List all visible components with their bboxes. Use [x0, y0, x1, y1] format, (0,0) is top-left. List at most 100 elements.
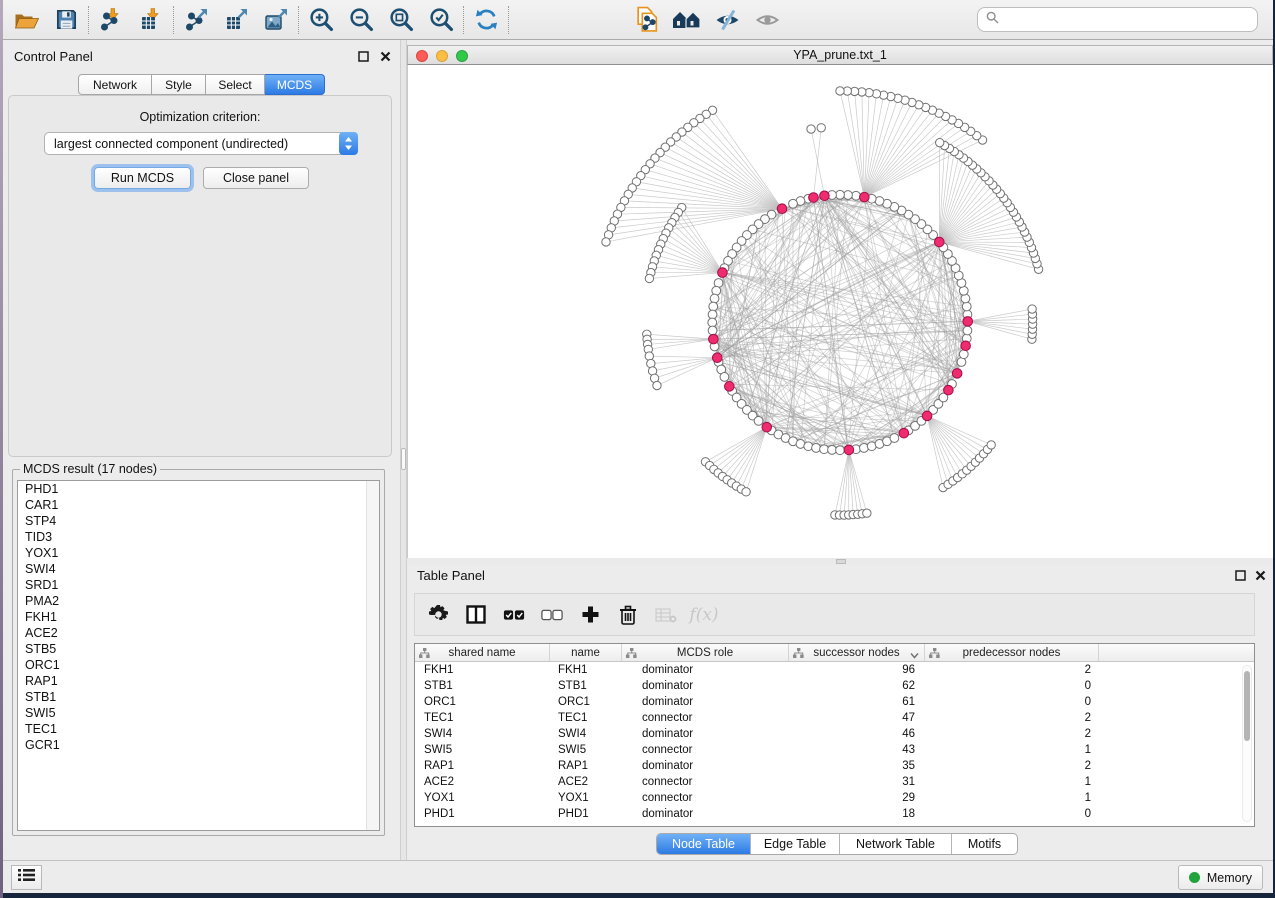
result-node-item[interactable]: STB5 [18, 641, 379, 657]
table-cell[interactable]: ACE2 [415, 774, 550, 790]
result-node-item[interactable]: TEC1 [18, 721, 379, 737]
tab-network[interactable]: Network [78, 74, 152, 95]
result-node-item[interactable]: STB1 [18, 689, 379, 705]
table-row[interactable]: ORC1ORC1dominator610 [415, 694, 1254, 710]
export-image-icon[interactable] [256, 4, 296, 36]
zoom-fit-icon[interactable] [381, 4, 421, 36]
table-cell[interactable]: 2 [925, 662, 1099, 678]
table-cell[interactable]: TEC1 [550, 710, 622, 726]
tab-motifs[interactable]: Motifs [952, 834, 1017, 854]
table-row[interactable]: ACE2ACE2connector311 [415, 774, 1254, 790]
float-panel-icon[interactable] [357, 50, 370, 63]
table-cell[interactable]: dominator [622, 662, 789, 678]
result-node-item[interactable]: SWI5 [18, 705, 379, 721]
table-cell[interactable]: 62 [789, 678, 925, 694]
table-cell[interactable]: STB1 [550, 678, 622, 694]
vertical-splitter[interactable] [400, 40, 407, 860]
result-list-scrollbar[interactable] [366, 481, 379, 830]
table-row[interactable]: RAP1RAP1dominator352 [415, 758, 1254, 774]
close-panel-icon[interactable] [1254, 569, 1267, 582]
table-cell[interactable]: dominator [622, 806, 789, 822]
column-header-predecessor-nodes[interactable]: predecessor nodes [925, 644, 1099, 661]
horizontal-splitter[interactable] [407, 558, 1273, 565]
table-cell[interactable]: 0 [925, 678, 1099, 694]
table-cell[interactable]: YOX1 [550, 790, 622, 806]
zoom-out-icon[interactable] [341, 4, 381, 36]
table-cell[interactable]: dominator [622, 694, 789, 710]
table-scrollbar[interactable] [1242, 665, 1252, 822]
import-network-icon[interactable] [91, 4, 131, 36]
table-cell[interactable]: SWI4 [415, 726, 550, 742]
table-cell[interactable]: connector [622, 774, 789, 790]
table-cell[interactable]: 2 [925, 758, 1099, 774]
network-overview-icon[interactable] [667, 4, 707, 36]
table-cell[interactable]: 29 [789, 790, 925, 806]
table-cell[interactable]: PHD1 [550, 806, 622, 822]
table-cell[interactable]: STB1 [415, 678, 550, 694]
table-cell[interactable]: ORC1 [550, 694, 622, 710]
table-cell[interactable]: connector [622, 710, 789, 726]
settings-gear-icon[interactable] [427, 601, 449, 629]
result-node-item[interactable]: YOX1 [18, 545, 379, 561]
clone-network-icon[interactable] [627, 4, 667, 36]
table-cell[interactable]: dominator [622, 678, 789, 694]
table-cell[interactable]: ACE2 [550, 774, 622, 790]
criterion-select[interactable]: largest connected component (undirected) [44, 132, 358, 155]
table-row[interactable]: TEC1TEC1connector472 [415, 710, 1254, 726]
table-cell[interactable]: 47 [789, 710, 925, 726]
table-cell[interactable]: 35 [789, 758, 925, 774]
table-cell[interactable]: 31 [789, 774, 925, 790]
table-cell[interactable]: 46 [789, 726, 925, 742]
result-node-item[interactable]: ORC1 [18, 657, 379, 673]
column-header-MCDS-role[interactable]: MCDS role [622, 644, 789, 661]
table-cell[interactable]: RAP1 [550, 758, 622, 774]
table-cell[interactable]: SWI5 [550, 742, 622, 758]
column-header-successor-nodes[interactable]: successor nodes [789, 644, 925, 661]
float-panel-icon[interactable] [1234, 569, 1247, 582]
table-cell[interactable]: 96 [789, 662, 925, 678]
result-node-item[interactable]: GCR1 [18, 737, 379, 753]
table-cell[interactable]: ORC1 [415, 694, 550, 710]
table-cell[interactable]: dominator [622, 758, 789, 774]
table-cell[interactable]: 1 [925, 790, 1099, 806]
search-box[interactable] [977, 7, 1258, 32]
table-row[interactable]: STB1STB1dominator620 [415, 678, 1254, 694]
hide-panels-icon[interactable] [707, 4, 747, 36]
tab-select[interactable]: Select [206, 74, 265, 95]
delete-column-icon[interactable] [617, 601, 639, 629]
result-node-item[interactable]: PMA2 [18, 593, 379, 609]
task-history-button[interactable] [11, 865, 42, 890]
tab-style[interactable]: Style [152, 74, 206, 95]
add-column-icon[interactable] [579, 601, 601, 629]
result-node-item[interactable]: PHD1 [18, 481, 379, 497]
deselect-all-icon[interactable] [541, 601, 563, 629]
result-node-item[interactable]: RAP1 [18, 673, 379, 689]
table-row[interactable]: FKH1FKH1dominator962 [415, 662, 1254, 678]
close-panel-button[interactable]: Close panel [203, 167, 309, 189]
table-cell[interactable]: 1 [925, 774, 1099, 790]
mcds-result-list[interactable]: PHD1CAR1STP4TID3YOX1SWI4SRD1PMA2FKH1ACE2… [17, 480, 380, 831]
network-canvas[interactable] [407, 65, 1273, 558]
splitter-handle[interactable] [836, 559, 846, 564]
show-panels-icon[interactable] [747, 4, 787, 36]
table-cell[interactable]: SWI5 [415, 742, 550, 758]
table-cell[interactable]: 1 [925, 742, 1099, 758]
tab-mcds[interactable]: MCDS [265, 74, 325, 95]
splitter-handle[interactable] [401, 448, 406, 470]
table-row[interactable]: SWI5SWI5connector431 [415, 742, 1254, 758]
zoom-in-icon[interactable] [301, 4, 341, 36]
table-cell[interactable]: YOX1 [415, 790, 550, 806]
table-cell[interactable]: RAP1 [415, 758, 550, 774]
scrollbar-thumb[interactable] [1244, 671, 1250, 741]
table-cell[interactable]: 0 [925, 694, 1099, 710]
maximize-window-icon[interactable] [456, 50, 468, 62]
table-row[interactable]: SWI4SWI4dominator462 [415, 726, 1254, 742]
tab-node-table[interactable]: Node Table [657, 834, 751, 854]
result-node-item[interactable]: STP4 [18, 513, 379, 529]
table-cell[interactable]: 61 [789, 694, 925, 710]
result-node-item[interactable]: CAR1 [18, 497, 379, 513]
table-cell[interactable]: dominator [622, 726, 789, 742]
result-node-item[interactable]: FKH1 [18, 609, 379, 625]
import-table-icon[interactable] [131, 4, 171, 36]
export-table-icon[interactable] [216, 4, 256, 36]
